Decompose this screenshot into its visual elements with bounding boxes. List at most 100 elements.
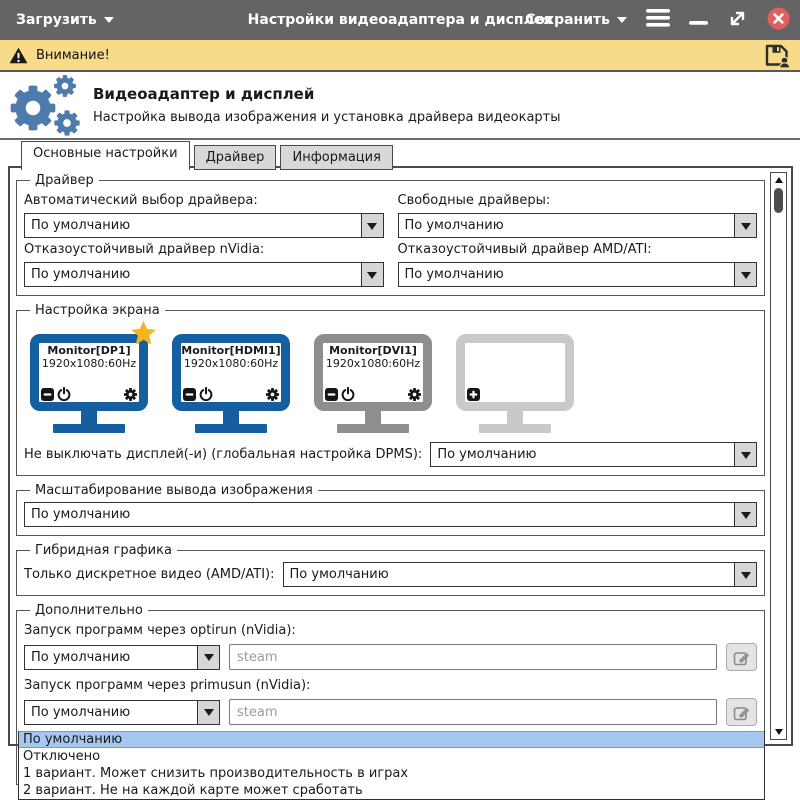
scroll-down-button[interactable] xyxy=(771,725,786,738)
failsafe-nvidia-value: По умолчанию xyxy=(25,263,361,286)
monitor-list: Monitor[DP1] 1920x1080:60Hz xyxy=(24,319,757,433)
dropdown-option-variant1[interactable]: 1 вариант. Может снизить производительно… xyxy=(19,765,764,782)
group-driver-legend: Драйвер xyxy=(30,173,99,188)
page-title: Видеоадаптер и дисплей xyxy=(93,85,561,103)
close-button[interactable] xyxy=(767,7,790,34)
dropdown-option-default[interactable]: По умолчанию xyxy=(19,731,764,748)
optirun-label: Запуск программ через optirun (nVidia): xyxy=(24,623,757,638)
group-hybrid: Гибридная графика Только дискретное виде… xyxy=(16,543,765,596)
dpms-select[interactable]: По умолчанию xyxy=(430,442,757,467)
dropdown-arrow-icon xyxy=(734,503,756,526)
load-button[interactable]: Загрузить xyxy=(0,12,114,28)
monitor-add-icon[interactable] xyxy=(467,388,480,401)
failsafe-amd-select[interactable]: По умолчанию xyxy=(398,262,758,287)
save-file-icon xyxy=(764,42,791,68)
page-header: Видеоадаптер и дисплей Настройка вывода … xyxy=(0,72,800,140)
discrete-video-label: Только дискретное видео (AMD/ATI): xyxy=(24,567,275,582)
save-caret-icon xyxy=(617,17,627,28)
tabbar: Основные настройки Драйвер Информация xyxy=(0,141,392,168)
minimize-icon xyxy=(689,21,708,26)
vertical-scrollbar[interactable] xyxy=(770,172,787,740)
monitor-dp1[interactable]: Monitor[DP1] 1920x1080:60Hz xyxy=(30,334,148,433)
monitor-remove-icon[interactable] xyxy=(325,388,338,401)
menu-icon xyxy=(646,9,670,27)
scroll-up-icon xyxy=(775,173,783,183)
menu-button[interactable] xyxy=(646,9,670,31)
discrete-video-select[interactable]: По умолчанию xyxy=(283,562,757,587)
optirun-value: По умолчанию xyxy=(25,646,197,669)
auto-driver-select[interactable]: По умолчанию xyxy=(24,213,384,238)
monitor-power-icon[interactable] xyxy=(199,387,213,401)
optirun-edit-button[interactable] xyxy=(726,643,757,671)
monitor-remove-icon[interactable] xyxy=(41,388,54,401)
main-panel: Драйвер Автоматический выбор драйвера: П… xyxy=(8,166,793,746)
warning-bar: Внимание! xyxy=(0,40,800,72)
primusrun-label: Запуск программ через primusun (nVidia): xyxy=(24,678,757,693)
dropdown-arrow-icon xyxy=(361,214,383,237)
tab-info[interactable]: Информация xyxy=(280,145,392,170)
titlebar: Загрузить Настройки видеоадаптера и дисп… xyxy=(0,0,800,40)
save-button-label: Сохранить xyxy=(525,12,610,28)
load-button-label: Загрузить xyxy=(16,12,97,28)
dropdown-arrow-icon xyxy=(734,443,756,466)
monitor-power-icon[interactable] xyxy=(341,387,355,401)
monitor-settings-icon[interactable] xyxy=(408,388,421,401)
monitor-resolution: 1920x1080:60Hz xyxy=(181,357,281,370)
free-driver-value: По умолчанию xyxy=(399,214,735,237)
group-screen-legend: Настройка экрана xyxy=(30,303,165,318)
monitor-remove-icon[interactable] xyxy=(183,388,196,401)
auto-driver-value: По умолчанию xyxy=(25,214,361,237)
dropdown-option-disabled[interactable]: Отключено xyxy=(19,748,764,765)
monitor-add-slot[interactable] xyxy=(456,334,574,433)
dropdown-arrow-icon xyxy=(734,263,756,286)
save-as-admin-button[interactable] xyxy=(764,42,791,68)
dropdown-option-variant2[interactable]: 2 вариант. Не на каждой карте может сраб… xyxy=(19,782,764,799)
edit-icon xyxy=(733,704,750,721)
monitor-name: Monitor[DP1] xyxy=(39,344,139,357)
group-screen: Настройка экрана Monitor[DP1] 1920x1080:… xyxy=(16,303,765,476)
primusrun-value: По умолчанию xyxy=(25,701,197,724)
monitor-dvi1[interactable]: Monitor[DVI1] 1920x1080:60Hz xyxy=(314,334,432,433)
scaling-select[interactable]: По умолчанию xyxy=(24,502,757,527)
warning-icon xyxy=(9,47,28,64)
group-advanced-legend: Дополнительно xyxy=(30,603,148,618)
group-scaling-legend: Масштабирование вывода изображения xyxy=(30,483,318,498)
app-window: { "titlebar": { "load_label": "Загрузить… xyxy=(0,0,800,801)
tab-driver[interactable]: Драйвер xyxy=(194,145,277,170)
star-icon xyxy=(130,320,157,347)
minimize-button[interactable] xyxy=(689,11,708,30)
monitor-resolution: 1920x1080:60Hz xyxy=(39,357,139,370)
save-button[interactable]: Сохранить xyxy=(525,12,627,28)
page-subtitle: Настройка вывода изображения и установка… xyxy=(93,110,561,125)
optirun-app-input[interactable] xyxy=(229,644,717,670)
monitor-settings-icon[interactable] xyxy=(124,388,137,401)
tab-main-settings[interactable]: Основные настройки xyxy=(21,141,190,170)
primusrun-select[interactable]: По умолчанию xyxy=(24,700,220,725)
scroll-down-icon xyxy=(775,729,783,739)
group-scaling: Масштабирование вывода изображения По ум… xyxy=(16,483,765,536)
failsafe-amd-label: Отказоустойчивый драйвер AMD/ATI: xyxy=(398,242,758,257)
group-driver: Драйвер Автоматический выбор драйвера: П… xyxy=(16,173,765,296)
scaling-value: По умолчанию xyxy=(25,503,734,526)
scrollbar-thumb[interactable] xyxy=(774,188,783,213)
free-driver-select[interactable]: По умолчанию xyxy=(398,213,758,238)
primusrun-app-input[interactable] xyxy=(229,699,717,725)
monitor-settings-icon[interactable] xyxy=(266,388,279,401)
close-icon xyxy=(767,7,790,30)
settings-content: Драйвер Автоматический выбор драйвера: П… xyxy=(16,173,765,792)
warning-text: Внимание! xyxy=(36,48,110,63)
load-caret-icon xyxy=(104,17,114,28)
scroll-up-button[interactable] xyxy=(771,174,786,187)
failsafe-nvidia-select[interactable]: По умолчанию xyxy=(24,262,384,287)
monitor-hdmi1[interactable]: Monitor[HDMI1] 1920x1080:60Hz xyxy=(172,334,290,433)
primusrun-edit-button[interactable] xyxy=(726,698,757,726)
optirun-select[interactable]: По умолчанию xyxy=(24,645,220,670)
free-driver-label: Свободные драйверы: xyxy=(398,193,758,208)
dropdown-arrow-icon xyxy=(197,646,219,669)
monitor-power-icon[interactable] xyxy=(57,387,71,401)
dpms-value: По умолчанию xyxy=(431,443,734,466)
dropdown-arrow-icon xyxy=(734,563,756,586)
discrete-video-value: По умолчанию xyxy=(284,563,734,586)
group-hybrid-legend: Гибридная графика xyxy=(30,543,177,558)
resize-button[interactable] xyxy=(727,8,748,33)
